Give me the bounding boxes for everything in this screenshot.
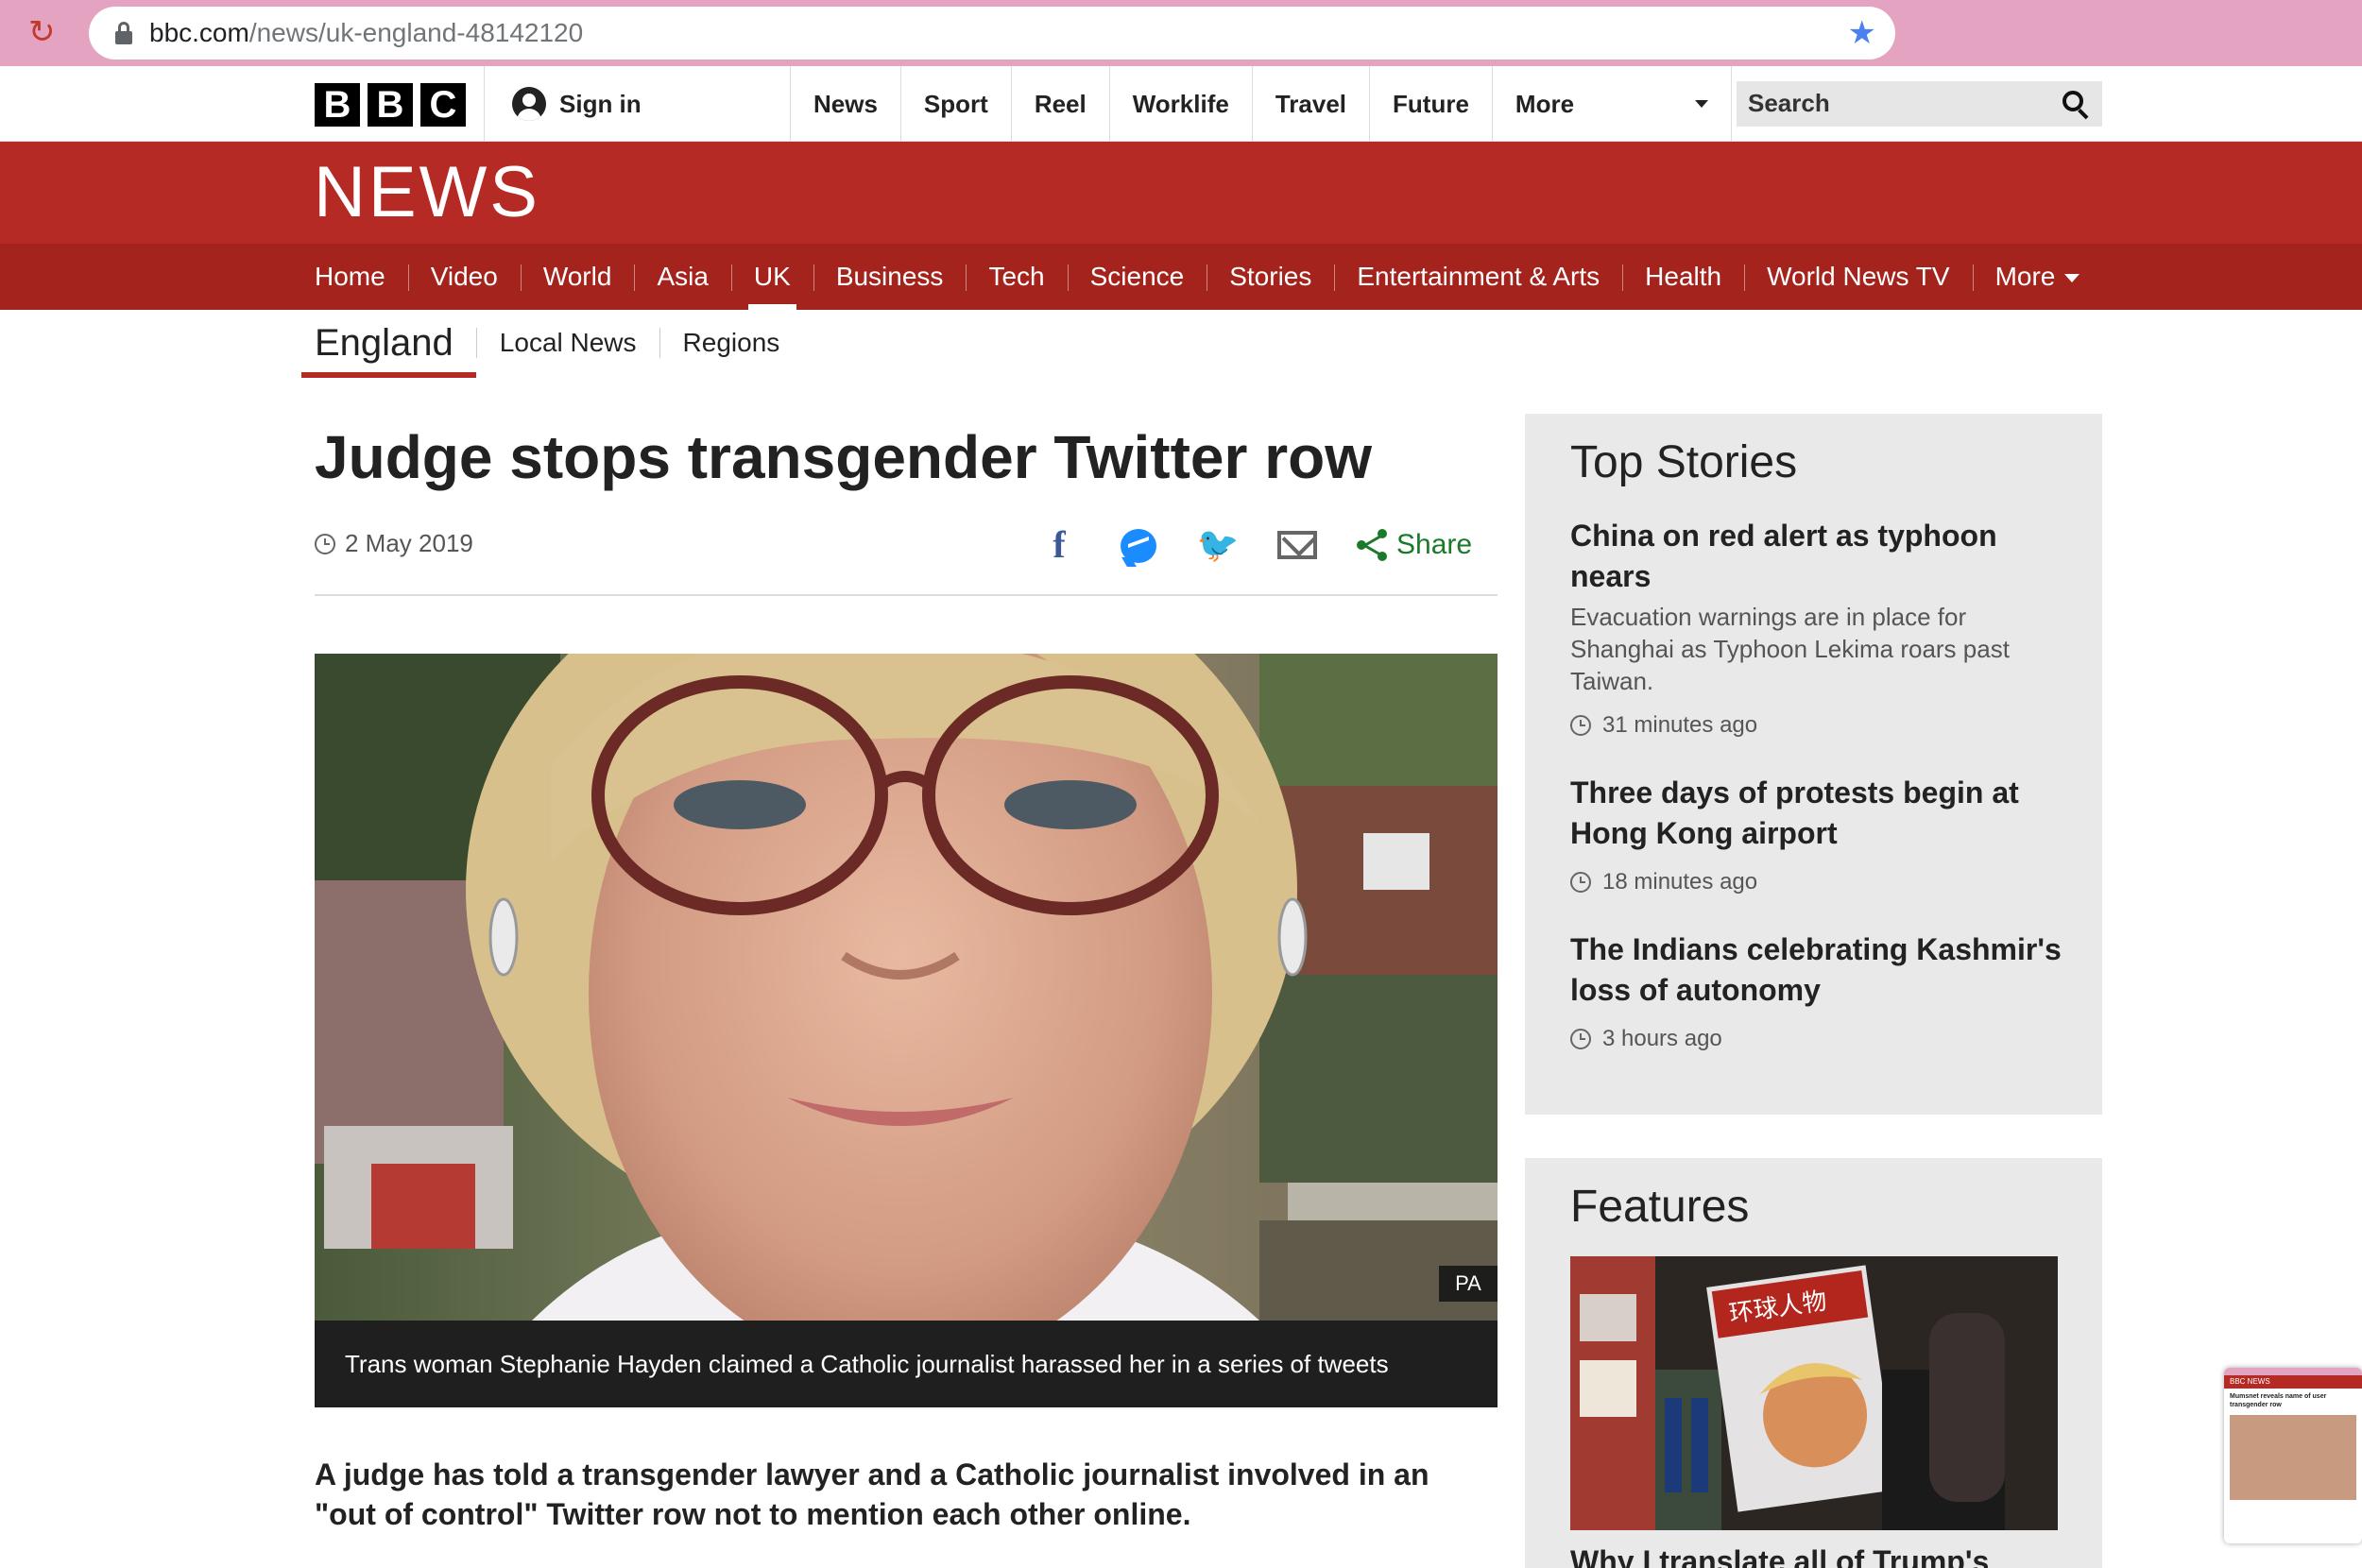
sign-in-label: Sign in bbox=[559, 89, 642, 118]
bbc-logo-letter: C bbox=[420, 83, 466, 127]
section-business[interactable]: Business bbox=[813, 244, 967, 310]
subnav-england[interactable]: England bbox=[301, 322, 476, 378]
section-health[interactable]: Health bbox=[1622, 244, 1744, 310]
bookmark-star-icon[interactable]: ★ bbox=[1848, 14, 1876, 52]
search-box[interactable]: Search bbox=[1737, 81, 2102, 127]
url-path: /news/uk-england-48142120 bbox=[248, 18, 584, 47]
url-text: bbc.com/news/uk-england-48142120 bbox=[149, 16, 583, 50]
top-story-time: 3 hours ago bbox=[1570, 1026, 2062, 1052]
global-nav-sport[interactable]: Sport bbox=[899, 66, 1011, 142]
feature-item[interactable]: Why I translate all of Trump's bbox=[1570, 1542, 2062, 1568]
email-icon[interactable] bbox=[1274, 523, 1321, 567]
top-story-item[interactable]: China on red alert as typhoon nears Evac… bbox=[1570, 516, 2062, 739]
section-nav: Home Video World Asia UK Business Tech S… bbox=[0, 244, 2362, 310]
share-button[interactable]: Share bbox=[1357, 529, 1472, 561]
section-entertainment-arts[interactable]: Entertainment & Arts bbox=[1334, 244, 1622, 310]
lock-icon bbox=[115, 22, 132, 44]
top-story-item[interactable]: Three days of protests begin at Hong Kon… bbox=[1570, 773, 2062, 895]
portrait-photo bbox=[315, 654, 1498, 1321]
bbc-logo-letter: B bbox=[368, 83, 413, 127]
search-label: Search bbox=[1748, 89, 1830, 117]
divider bbox=[315, 594, 1498, 596]
global-nav-future[interactable]: Future bbox=[1369, 66, 1492, 142]
sub-nav: England Local News Regions bbox=[301, 310, 803, 378]
article-lede: A judge has told a transgender lawyer an… bbox=[315, 1457, 1429, 1531]
global-nav-news[interactable]: News bbox=[790, 66, 900, 142]
clock-icon bbox=[315, 533, 335, 554]
top-story-summary: Evacuation warnings are in place for Sha… bbox=[1570, 603, 2010, 695]
section-more-label: More bbox=[1994, 262, 2056, 291]
top-stories-heading: Top Stories bbox=[1570, 437, 1798, 487]
browser-toolbar: ↻ bbc.com/news/uk-england-48142120 ★ bbox=[0, 0, 2362, 66]
top-stories-panel: Top Stories China on red alert as typhoo… bbox=[1525, 414, 2102, 1115]
caret-down-icon bbox=[1694, 100, 1708, 108]
divider bbox=[484, 66, 485, 142]
global-nav-reel[interactable]: Reel bbox=[1010, 66, 1109, 142]
subnav-regions[interactable]: Regions bbox=[659, 328, 803, 358]
section-tech[interactable]: Tech bbox=[966, 244, 1067, 310]
section-asia[interactable]: Asia bbox=[634, 244, 730, 310]
global-nav-travel[interactable]: Travel bbox=[1251, 66, 1369, 142]
global-nav-worklife[interactable]: Worklife bbox=[1108, 66, 1252, 142]
features-heading: Features bbox=[1570, 1182, 1750, 1232]
thumbnail-headline: Mumsnet reveals name of user transgender… bbox=[2230, 1393, 2327, 1408]
feature-image[interactable]: 环球人物 bbox=[1570, 1256, 2058, 1530]
share-label: Share bbox=[1396, 529, 1473, 560]
thumbnail-image bbox=[2230, 1415, 2356, 1500]
global-nav-more[interactable]: More bbox=[1491, 66, 1732, 142]
news-banner: NEWS bbox=[0, 142, 2362, 244]
section-video[interactable]: Video bbox=[407, 244, 521, 310]
global-nav-more-label: More bbox=[1515, 90, 1575, 118]
bbc-logo-letter: B bbox=[315, 83, 360, 127]
bbc-logo[interactable]: B B C bbox=[315, 83, 466, 127]
global-nav: News Sport Reel Worklife Travel Future M… bbox=[790, 66, 1732, 142]
clock-icon bbox=[1570, 872, 1591, 893]
features-panel: Features 环球人物 Why I translate all of Tru… bbox=[1525, 1158, 2102, 1568]
messenger-icon[interactable] bbox=[1115, 523, 1162, 567]
article-date-text: 2 May 2019 bbox=[345, 529, 473, 557]
article-image: PA bbox=[315, 654, 1498, 1321]
section-science[interactable]: Science bbox=[1067, 244, 1207, 310]
section-world-news-tv[interactable]: World News TV bbox=[1744, 244, 1972, 310]
reload-icon[interactable]: ↻ bbox=[28, 13, 66, 51]
top-story-time-text: 3 hours ago bbox=[1602, 1026, 1722, 1051]
user-avatar-icon bbox=[512, 87, 546, 121]
share-tools: f 🐦 Share bbox=[1036, 523, 1472, 567]
top-story-time: 31 minutes ago bbox=[1570, 712, 2062, 739]
section-more[interactable]: More bbox=[1972, 244, 2103, 310]
section-world[interactable]: World bbox=[520, 244, 635, 310]
twitter-icon[interactable]: 🐦 bbox=[1194, 523, 1241, 567]
image-credit: PA bbox=[1439, 1266, 1498, 1302]
top-story-headline[interactable]: Three days of protests begin at Hong Kon… bbox=[1570, 773, 2062, 854]
article-headline: Judge stops transgender Twitter row bbox=[315, 423, 1372, 491]
facebook-icon[interactable]: f bbox=[1036, 523, 1083, 567]
top-story-headline[interactable]: The Indians celebrating Kashmir's loss o… bbox=[1570, 929, 2062, 1011]
article-date: 2 May 2019 bbox=[315, 529, 473, 558]
screenshot-thumbnail[interactable]: BBC NEWS Mumsnet reveals name of user tr… bbox=[2224, 1368, 2362, 1543]
search-icon[interactable] bbox=[2062, 91, 2089, 120]
section-uk[interactable]: UK bbox=[730, 244, 813, 310]
magazine-photo: 环球人物 bbox=[1570, 1256, 2058, 1530]
sign-in-link[interactable]: Sign in bbox=[512, 87, 642, 121]
feature-headline[interactable]: Why I translate all of Trump's bbox=[1570, 1542, 2062, 1568]
subnav-local-news[interactable]: Local News bbox=[475, 328, 659, 358]
news-wordmark[interactable]: NEWS bbox=[314, 155, 540, 230]
image-caption: Trans woman Stephanie Hayden claimed a C… bbox=[315, 1321, 1498, 1407]
address-bar[interactable]: bbc.com/news/uk-england-48142120 ★ bbox=[89, 7, 1895, 60]
bbc-masthead: B B C Sign in News Sport Reel Worklife T… bbox=[0, 66, 2362, 142]
top-story-headline[interactable]: China on red alert as typhoon nears bbox=[1570, 516, 2062, 597]
section-home[interactable]: Home bbox=[315, 244, 408, 310]
share-icon bbox=[1357, 529, 1389, 561]
top-story-item[interactable]: The Indians celebrating Kashmir's loss o… bbox=[1570, 929, 2062, 1052]
thumbnail-banner: BBC NEWS bbox=[2224, 1375, 2362, 1389]
url-domain: bbc.com bbox=[149, 18, 249, 47]
top-story-time-text: 31 minutes ago bbox=[1602, 712, 1758, 738]
clock-icon bbox=[1570, 715, 1591, 736]
top-story-time: 18 minutes ago bbox=[1570, 869, 2062, 895]
top-story-time-text: 18 minutes ago bbox=[1602, 869, 1758, 895]
caret-down-icon bbox=[2064, 274, 2080, 283]
section-stories[interactable]: Stories bbox=[1207, 244, 1334, 310]
clock-icon bbox=[1570, 1029, 1591, 1049]
